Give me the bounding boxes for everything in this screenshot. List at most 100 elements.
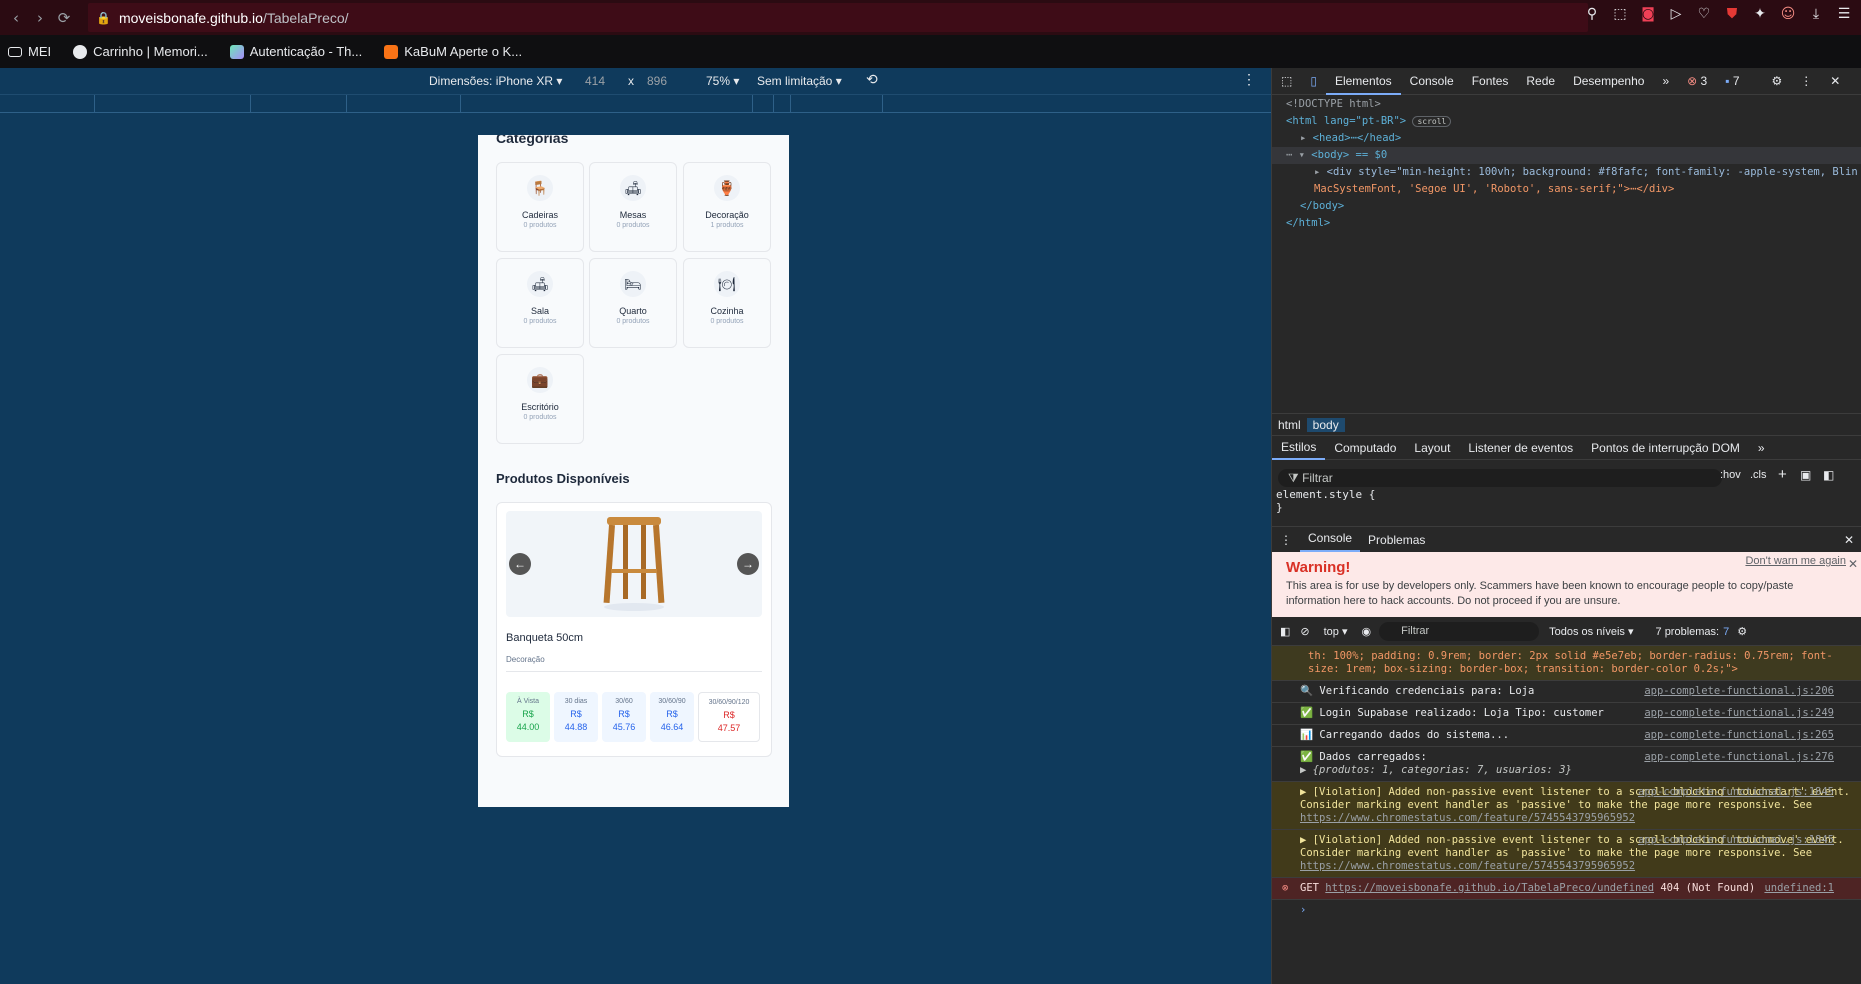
levels-select[interactable]: Todos os níveis ▾	[1549, 625, 1633, 638]
expand-arrow-icon[interactable]: ▸	[1300, 132, 1306, 144]
tab-layout[interactable]: Layout	[1405, 441, 1459, 455]
more-tabs-button[interactable]: »	[1653, 68, 1678, 95]
body-node[interactable]: ⋯ ▾ <body> == $0	[1272, 147, 1861, 164]
violation-link[interactable]: https://www.chromestatus.com/feature/574…	[1300, 812, 1635, 824]
messages-badge[interactable]: ▪ 7	[1716, 68, 1748, 95]
cls-toggle[interactable]: .cls	[1750, 469, 1767, 481]
violation-source-link[interactable]: app-complete-functional.js:1845	[1638, 834, 1834, 847]
html-node[interactable]: <html lang="pt-BR"> scroll	[1272, 113, 1861, 130]
error-url[interactable]: https://moveisbonafe.github.io/TabelaPre…	[1325, 882, 1654, 894]
problems-count[interactable]: 7	[1723, 626, 1729, 638]
address-bar[interactable]: 🔒 moveisbonafe.github.io /TabelaPreco/	[88, 3, 1588, 32]
console-prompt[interactable]: ›	[1272, 900, 1861, 921]
drawer-menu-icon[interactable]: ⋮	[1272, 533, 1300, 547]
problems-label[interactable]: 7 problemas:	[1656, 626, 1720, 638]
log-source-link[interactable]: app-complete-functional.js:249	[1644, 707, 1834, 720]
log-source-link[interactable]: app-complete-functional.js:206	[1644, 685, 1834, 698]
sidebar-toggle-icon[interactable]: ◧	[1823, 468, 1834, 482]
console-filter-input[interactable]: Filtrar	[1379, 622, 1540, 641]
dimension-separator: x	[628, 74, 634, 88]
log-source-link[interactable]: app-complete-functional.js:276	[1644, 751, 1834, 764]
crumb-html[interactable]: html	[1272, 418, 1307, 432]
device-toggle-icon[interactable]: ▯	[1301, 68, 1326, 95]
rotate-icon[interactable]: ⟲	[866, 71, 878, 88]
tab-console[interactable]: Console	[1401, 68, 1463, 95]
console-settings-icon[interactable]: ⚙	[1737, 625, 1747, 638]
hov-toggle[interactable]: :hov	[1720, 469, 1741, 481]
back-icon[interactable]: ‹	[4, 9, 28, 27]
scroll-badge[interactable]: scroll	[1412, 116, 1452, 127]
pocket-icon[interactable]: ◙	[1639, 6, 1657, 22]
pin-icon[interactable]: ⚲	[1583, 6, 1601, 22]
error-source-link[interactable]: undefined:1	[1764, 882, 1834, 895]
settings-icon[interactable]: ⚙	[1763, 68, 1792, 95]
more-icon[interactable]: ⋮	[1791, 68, 1821, 95]
bookmark-kabum[interactable]: KaBuM Aperte o K...	[384, 44, 522, 59]
category-card[interactable]: 🏺 Decoração 1 produtos	[683, 162, 771, 252]
context-select[interactable]: top ▾	[1324, 625, 1348, 638]
zoom-select[interactable]: 75% ▾	[706, 74, 739, 88]
menu-icon[interactable]: ☰	[1835, 6, 1853, 22]
violation-link[interactable]: https://www.chromestatus.com/feature/574…	[1300, 860, 1635, 872]
div-node[interactable]: ▸ <div style="min-height: 100vh; backgro…	[1272, 164, 1861, 181]
category-card[interactable]: 💼 Escritório 0 produtos	[496, 354, 584, 444]
violation-source-link[interactable]: app-complete-functional.js:1845	[1638, 786, 1834, 799]
element-style-selector[interactable]: element.style {	[1276, 488, 1858, 501]
tab-performance[interactable]: Desempenho	[1564, 68, 1653, 95]
carousel-prev-button[interactable]: ←	[509, 553, 531, 575]
profile-icon[interactable]: ☺	[1779, 6, 1797, 22]
width-input[interactable]: 414	[585, 74, 605, 88]
height-input[interactable]: 896	[647, 74, 667, 88]
category-card[interactable]: 🛏 Quarto 0 produtos	[589, 258, 677, 348]
tab-styles[interactable]: Estilos	[1272, 436, 1326, 460]
more-options-icon[interactable]: ⋮	[1242, 71, 1256, 88]
heart-icon[interactable]: ♡	[1695, 6, 1713, 22]
device-select[interactable]: Dimensões: iPhone XR ▾	[429, 74, 562, 88]
warning-close-icon[interactable]: ✕	[1848, 557, 1858, 571]
site-info-icon[interactable]: 🔒	[96, 11, 111, 25]
category-card[interactable]: 🪑 Cadeiras 0 produtos	[496, 162, 584, 252]
tab-event-listeners[interactable]: Listener de eventos	[1459, 441, 1582, 455]
category-card[interactable]: 🛋 Sala 0 produtos	[496, 258, 584, 348]
close-icon[interactable]: ✕	[1821, 68, 1849, 95]
tab-dom-breakpoints[interactable]: Pontos de interrupção DOM	[1582, 441, 1749, 455]
download-icon[interactable]: ⤓	[1807, 6, 1825, 22]
tab-elements[interactable]: Elementos	[1325, 68, 1401, 95]
clear-console-icon[interactable]: ⊘	[1300, 625, 1309, 638]
crumb-body[interactable]: body	[1306, 417, 1345, 432]
category-card[interactable]: 🍽 Cozinha 0 produtos	[683, 258, 771, 348]
object-preview[interactable]: ▶ {produtos: 1, categorias: 7, usuarios:…	[1300, 764, 1572, 776]
drawer-tab-console[interactable]: Console	[1300, 527, 1361, 552]
bookmark-folder-mei[interactable]: MEI	[8, 44, 51, 59]
drawer-tab-problems[interactable]: Problemas	[1360, 533, 1433, 547]
tab-network[interactable]: Rede	[1517, 68, 1564, 95]
tab-computed[interactable]: Computado	[1325, 441, 1405, 455]
tab-sources[interactable]: Fontes	[1463, 68, 1518, 95]
ublock-icon[interactable]: ⛊	[1723, 6, 1741, 22]
paint-icon[interactable]: ▣	[1800, 468, 1811, 482]
forward-icon[interactable]: ›	[28, 9, 52, 27]
reload-icon[interactable]: ⟳	[52, 9, 76, 27]
bookmark-autenticacao[interactable]: Autenticação - Th...	[229, 44, 362, 59]
dont-warn-link[interactable]: Don't warn me again	[1745, 555, 1846, 567]
doctype-node[interactable]: <!DOCTYPE html>	[1272, 96, 1861, 113]
carousel-next-button[interactable]: →	[737, 553, 759, 575]
bookmark-carrinho[interactable]: Carrinho | Memori...	[73, 44, 208, 59]
live-expression-icon[interactable]: ◉	[1362, 625, 1372, 638]
play-icon[interactable]: ▷	[1667, 6, 1685, 22]
console-sidebar-icon[interactable]: ◧	[1280, 625, 1290, 638]
head-node[interactable]: ▸ <head>⋯</head>	[1272, 130, 1861, 147]
errors-badge[interactable]: ⊗ 3	[1678, 68, 1716, 95]
screenshot-icon[interactable]: ⬚	[1611, 6, 1629, 22]
category-name: Cozinha	[710, 306, 744, 316]
drawer-close-icon[interactable]: ✕	[1836, 533, 1861, 547]
media-query-bar[interactable]	[0, 95, 1271, 113]
log-source-link[interactable]: app-complete-functional.js:265	[1644, 729, 1834, 742]
extensions-icon[interactable]: ✦	[1751, 6, 1769, 22]
category-card[interactable]: 🛋 Mesas 0 produtos	[589, 162, 677, 252]
products-title: Produtos Disponíveis	[496, 471, 630, 486]
inspect-icon[interactable]: ⬚	[1272, 68, 1301, 95]
throttle-select[interactable]: Sem limitação ▾	[757, 74, 842, 88]
more-style-tabs[interactable]: »	[1749, 441, 1774, 455]
new-rule-icon[interactable]: +	[1778, 466, 1787, 483]
